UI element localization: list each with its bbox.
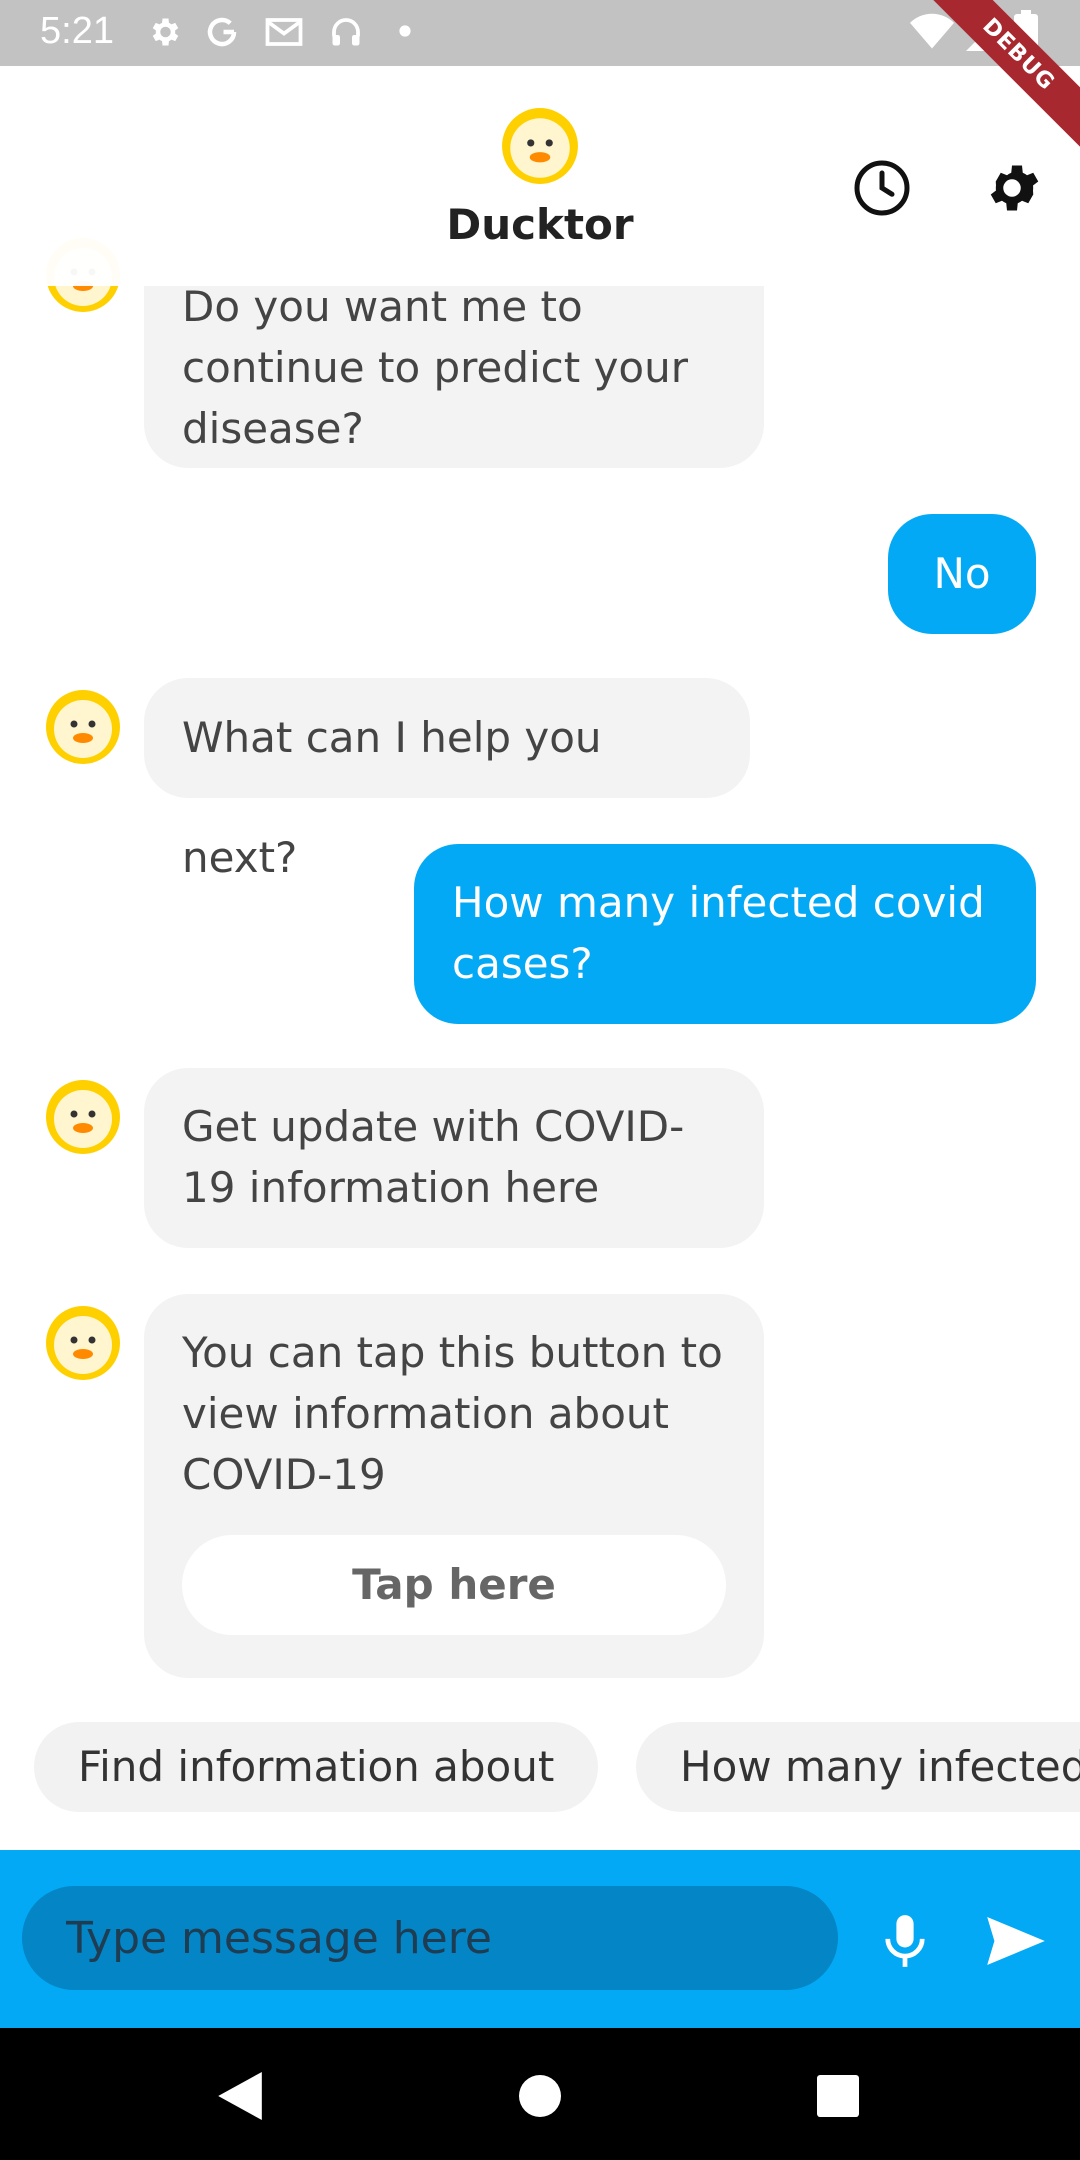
bot-message: You can tap this button to view informat…	[144, 1294, 764, 1678]
back-icon	[218, 2072, 262, 2120]
google-icon	[207, 17, 237, 47]
status-time: 5:21	[40, 10, 114, 52]
app-bar: Ducktor	[0, 66, 1080, 286]
recents-icon	[817, 2075, 859, 2117]
settings-icon	[990, 165, 1039, 211]
microphone-icon	[885, 1915, 925, 1967]
history-icon	[854, 160, 910, 216]
send-button[interactable]	[978, 1906, 1054, 1976]
user-message: How many infected covid cases?	[414, 844, 1036, 1024]
settings-button[interactable]	[970, 146, 1054, 230]
duck-avatar-icon	[46, 1306, 120, 1380]
microphone-button[interactable]	[870, 1906, 940, 1976]
user-message: No	[888, 514, 1036, 634]
duck-avatar-icon	[46, 690, 120, 764]
status-bar: 5:21	[0, 0, 1080, 66]
suggestion-chip[interactable]: How many infected	[636, 1722, 1080, 1812]
duck-icon	[502, 108, 578, 184]
gmail-icon	[265, 18, 303, 46]
bot-message: Get update with COVID-19 information her…	[144, 1068, 764, 1248]
system-nav-bar	[0, 2028, 1080, 2160]
message-input[interactable]	[22, 1886, 838, 1990]
wifi-icon	[910, 13, 954, 49]
gear-icon	[152, 18, 179, 46]
tap-here-button[interactable]: Tap here	[182, 1535, 726, 1635]
duck-avatar-icon	[46, 1080, 120, 1154]
back-button[interactable]	[208, 2064, 272, 2128]
bot-message-text: You can tap this button to view informat…	[182, 1328, 723, 1499]
home-icon	[519, 2075, 561, 2117]
message-composer	[0, 1850, 1080, 2028]
headphones-icon	[332, 18, 360, 46]
bot-message: What can I help you next?	[144, 678, 750, 882]
home-button[interactable]	[508, 2064, 572, 2128]
history-button[interactable]	[840, 146, 924, 230]
send-icon	[987, 1917, 1045, 1965]
dot-icon	[399, 25, 411, 37]
suggestion-chip[interactable]: Find information about	[34, 1722, 599, 1812]
recents-button[interactable]	[806, 2064, 870, 2128]
